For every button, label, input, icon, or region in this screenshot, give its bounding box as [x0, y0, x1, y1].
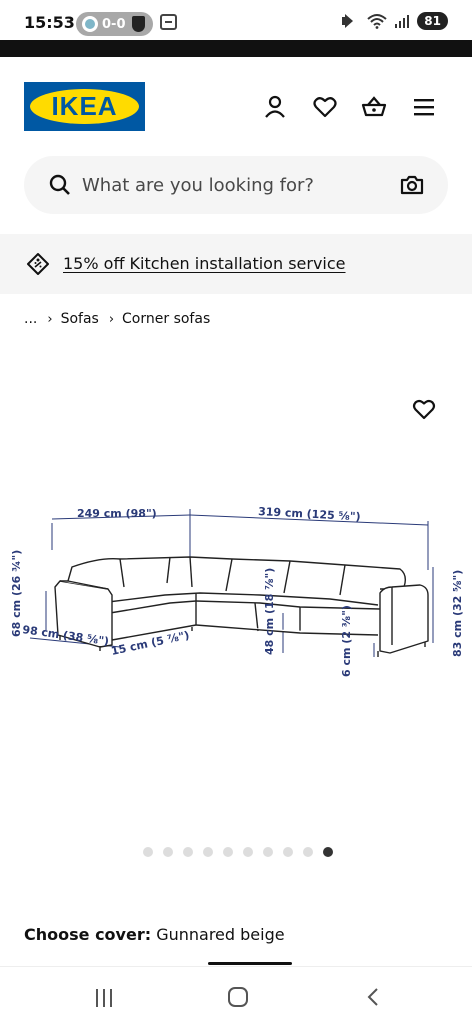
- account-icon[interactable]: [262, 94, 288, 120]
- search-bar: [24, 156, 448, 214]
- promo-link[interactable]: 15% off Kitchen installation service: [63, 254, 346, 273]
- ikea-logo[interactable]: IKEA: [24, 82, 145, 131]
- dimension-width-right: 319 cm (125 ⅝"): [258, 505, 361, 523]
- choose-cover-value: Gunnared beige: [156, 925, 285, 944]
- price-tag-icon: [27, 253, 49, 275]
- carousel-dot[interactable]: [183, 847, 193, 857]
- screenshot-icon: [160, 14, 177, 30]
- status-bar: 15:53 0-0 81: [0, 0, 472, 40]
- search-input[interactable]: [82, 170, 382, 200]
- bottom-sheet-handle[interactable]: [208, 962, 292, 965]
- home-icon[interactable]: [228, 987, 248, 1007]
- dimension-leg-height: 6 cm (2 ⅜"): [340, 605, 353, 677]
- save-to-wishlist-icon[interactable]: [412, 398, 436, 420]
- battery-indicator: 81: [417, 12, 448, 30]
- carousel-dot[interactable]: [243, 847, 253, 857]
- team-crest-icon: [131, 16, 145, 32]
- menu-icon[interactable]: [411, 94, 437, 120]
- breadcrumb: ... › Sofas › Corner sofas: [24, 311, 210, 327]
- carousel-dot[interactable]: [263, 847, 273, 857]
- dimension-seat-height: 48 cm (18 ⅞"): [263, 568, 276, 655]
- carousel-dot[interactable]: [223, 847, 233, 857]
- live-score-pill[interactable]: 0-0: [76, 12, 153, 36]
- promo-banner[interactable]: 15% off Kitchen installation service: [0, 234, 472, 294]
- dimension-armrest-height: 68 cm (26 ¾"): [10, 550, 23, 637]
- back-icon[interactable]: [364, 987, 384, 1007]
- recent-apps-icon[interactable]: [96, 989, 116, 1007]
- carousel-dot[interactable]: [303, 847, 313, 857]
- carousel-dot[interactable]: [163, 847, 173, 857]
- system-navigation-bar: [0, 966, 472, 1024]
- carousel-dot[interactable]: [203, 847, 213, 857]
- football-icon: [82, 16, 98, 32]
- product-dimensions-diagram[interactable]: 249 cm (98") 319 cm (125 ⅝") 68 cm (26 ¾…: [0, 495, 472, 695]
- live-score: 0-0: [102, 16, 126, 32]
- carousel-dot[interactable]: [143, 847, 153, 857]
- chevron-right-icon: ›: [47, 311, 53, 327]
- breadcrumb-ellipsis[interactable]: ...: [24, 311, 37, 327]
- dimension-width-left: 249 cm (98"): [77, 507, 157, 520]
- status-time: 15:53: [24, 13, 75, 32]
- dimension-total-height: 83 cm (32 ⅝"): [451, 570, 464, 657]
- carousel-dot[interactable]: [323, 847, 333, 857]
- carousel-dot[interactable]: [283, 847, 293, 857]
- basket-icon[interactable]: [361, 94, 387, 120]
- browser-top-bar: [0, 40, 472, 57]
- corner-sofa-drawing: [54, 556, 429, 657]
- breadcrumb-sofas[interactable]: Sofas: [61, 311, 99, 327]
- signal-icon: [395, 14, 410, 28]
- wishlist-icon[interactable]: [312, 94, 338, 120]
- chevron-right-icon: ›: [108, 311, 115, 327]
- image-carousel-dots[interactable]: [143, 847, 333, 857]
- search-icon[interactable]: [48, 173, 72, 197]
- wifi-icon: [367, 14, 387, 29]
- choose-cover-label: Choose cover:: [24, 925, 152, 944]
- choose-cover[interactable]: Choose cover: Gunnared beige: [24, 925, 285, 944]
- mute-icon: [341, 13, 359, 29]
- breadcrumb-corner-sofas[interactable]: Corner sofas: [122, 311, 210, 327]
- logo-text: IKEA: [51, 91, 118, 121]
- camera-search-icon[interactable]: [400, 173, 424, 197]
